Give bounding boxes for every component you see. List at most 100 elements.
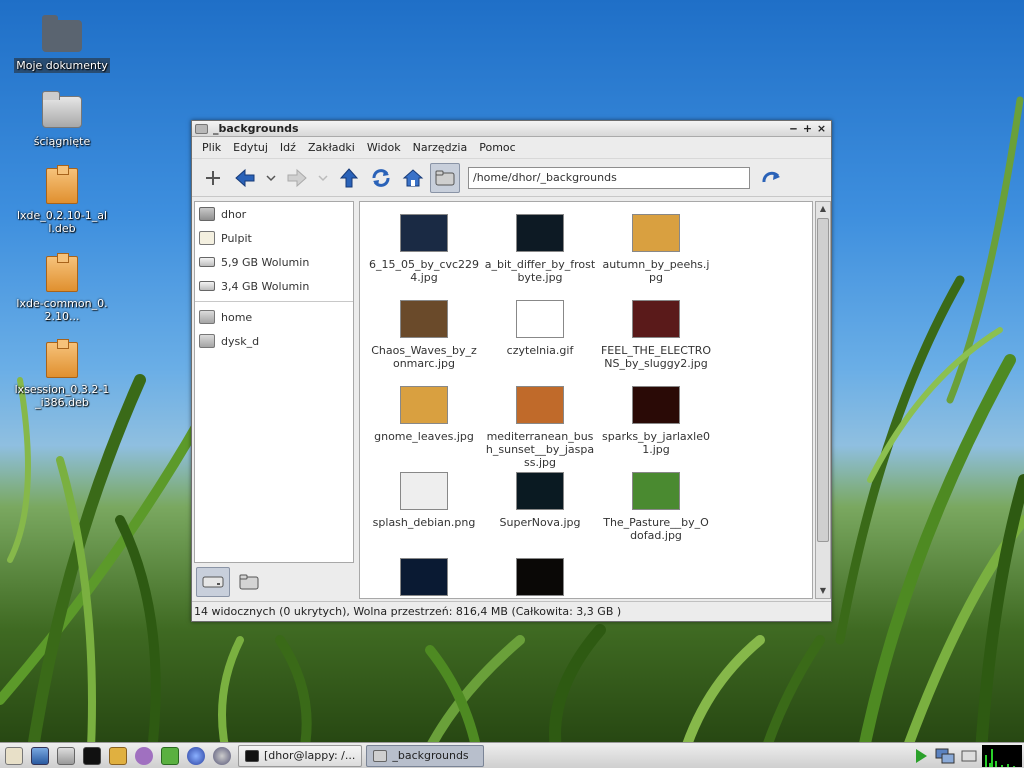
desktop-icon-lxsession-deb[interactable]: lxsession_0.3.2-1_i386.deb [12,338,112,410]
messenger-icon [135,746,153,765]
file-item[interactable]: splash_debian.png [366,468,482,554]
taskbar-item-backgrounds[interactable]: _backgrounds [366,744,485,767]
file-item[interactable]: FEEL_THE_ELECTRONS_by_sluggy2.jpg [598,296,714,382]
globe-icon [213,746,231,765]
web-launcher[interactable] [210,745,234,767]
desktop-icon-moje-dokumenty[interactable]: Moje dokumenty [12,14,112,73]
browser-launcher[interactable] [184,745,208,767]
window-body: dhor Pulpit 5,9 GB Wolumin 3,4 GB Wolumi… [192,199,831,601]
taskbar-item-terminal[interactable]: [dhor@lappy: /... [238,744,363,767]
reload-button[interactable] [366,163,396,193]
sidebar-item-volume-5-9gb[interactable]: 5,9 GB Wolumin [195,250,353,274]
scrollbar-thumb[interactable] [817,218,829,542]
menu-launcher[interactable] [2,745,26,767]
go-button[interactable] [756,163,786,193]
up-button[interactable] [334,163,364,193]
folder-icon [195,123,208,134]
play-icon [916,748,927,763]
forward-history-dropdown[interactable] [314,163,332,193]
path-input[interactable]: /home/dhor/_backgrounds [468,166,750,189]
menu-narzedzia[interactable]: Narzędzia [407,141,474,154]
folder-icon [239,574,259,590]
volume-icon [961,750,977,761]
home-button[interactable] [398,163,428,193]
sidebar-item-label: Pulpit [221,231,252,245]
file-item[interactable]: gnome_leaves.jpg [366,382,482,468]
file-item[interactable]: The_Pasture__by_Odofad.jpg [598,468,714,554]
plus-icon [206,170,220,185]
show-desktop-launcher[interactable] [28,745,52,767]
sidebar-item-label: 5,9 GB Wolumin [221,255,310,269]
vertical-scrollbar[interactable]: ▲ ▼ [815,201,831,599]
back-history-dropdown[interactable] [262,163,280,193]
notes-launcher[interactable] [106,745,130,767]
terminal-launcher[interactable] [80,745,104,767]
network-tray-item[interactable] [934,745,956,767]
network-icon [935,748,955,763]
menu-pomoc[interactable]: Pomoc [473,141,521,154]
file-grid: 6_15_05_by_cvc2294.jpg a_bit_differ_by_f… [366,210,714,598]
menu-icon [5,746,23,765]
image-thumbnail [516,472,564,510]
minimize-button[interactable]: ‒ [787,122,800,135]
play-tray-item[interactable] [910,745,932,767]
folder-icon [435,170,455,185]
file-item[interactable]: sparks_by_jarlaxle01.jpg [598,382,714,468]
file-manager-window: _backgrounds ‒ + × Plik Edytuj Idź Zakła… [191,120,832,622]
file-item[interactable]: czytelnia.gif [482,296,598,382]
messenger-launcher[interactable] [132,745,156,767]
editor-launcher[interactable] [158,745,182,767]
desktop-icon-lxde-common-deb[interactable]: lxde-common_0.2.10... [12,252,112,324]
notes-icon [109,746,127,765]
scroll-down-arrow-icon[interactable]: ▼ [816,584,830,598]
chevron-down-icon [266,174,276,181]
desktop-icon-label: lxde_0.2.10-1_all.deb [16,209,108,235]
desktop-icon-label: ściągnięte [33,135,91,148]
sidebar-item-volume-3-4gb[interactable]: 3,4 GB Wolumin [195,274,353,298]
image-thumbnail [632,386,680,424]
desktop-icon [31,746,49,765]
desktop-icon-lxde-deb[interactable]: lxde_0.2.10-1_all.deb [12,164,112,236]
system-tray [910,744,1024,768]
file-item[interactable]: autumn_by_peehs.jpg [598,210,714,296]
sidebar-bookmark-dysk-d[interactable]: dysk_d [195,329,353,353]
file-item[interactable] [366,554,482,598]
menu-edytuj[interactable]: Edytuj [227,141,274,154]
window-titlebar[interactable]: _backgrounds ‒ + × [192,121,831,137]
scroll-up-arrow-icon[interactable]: ▲ [816,202,830,216]
image-thumbnail [400,300,448,338]
file-item[interactable]: 6_15_05_by_cvc2294.jpg [366,210,482,296]
back-button[interactable] [230,163,260,193]
desktop-icon-sciagniete[interactable]: ściągnięte [12,90,112,149]
menu-idz[interactable]: Idź [274,141,302,154]
close-button[interactable]: × [815,122,828,135]
go-to-path-button[interactable] [430,162,460,193]
go-arrow-icon [762,171,780,182]
file-item[interactable]: a_bit_differ_by_frostbyte.jpg [482,210,598,296]
file-item[interactable]: Chaos_Waves_by_zonmarc.jpg [366,296,482,382]
directory-tree-tab[interactable] [232,567,266,597]
volume-tray-item[interactable] [958,745,980,767]
window-title: _backgrounds [213,122,299,135]
sidebar-bookmark-home[interactable]: home [195,305,353,329]
status-bar: 14 widocznych (0 ukrytych), Wolna przest… [192,601,831,621]
sidebar-item-dhor[interactable]: dhor [195,202,353,226]
sidebar-item-label: 3,4 GB Wolumin [221,279,310,293]
menu-zakladki[interactable]: Zakładki [302,141,361,154]
home-folder-icon [40,14,84,54]
menu-widok[interactable]: Widok [361,141,407,154]
image-thumbnail [400,386,448,424]
terminal-icon [83,746,101,765]
file-item[interactable]: mediterranean_bush_sunset__by_jaspass.jp… [482,382,598,469]
image-thumbnail [632,472,680,510]
places-tab[interactable] [196,567,230,597]
new-tab-button[interactable] [198,163,228,193]
file-item[interactable] [482,554,598,598]
menu-bar: Plik Edytuj Idź Zakładki Widok Narzędzia… [192,137,831,159]
maximize-button[interactable]: + [801,122,814,135]
menu-plik[interactable]: Plik [196,141,227,154]
file-manager-launcher[interactable] [54,745,78,767]
forward-button[interactable] [282,163,312,193]
sidebar-item-pulpit[interactable]: Pulpit [195,226,353,250]
file-item[interactable]: SuperNova.jpg [482,468,598,554]
